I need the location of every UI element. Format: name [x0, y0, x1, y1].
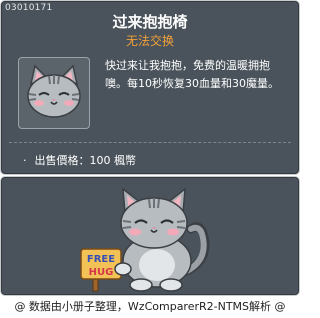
item-icon-frame: [18, 57, 90, 129]
trade-status: 无法交换: [125, 34, 174, 48]
sell-price-text: 出售價格：100 楓幣: [34, 154, 137, 167]
divider: [9, 142, 291, 143]
cat-face-icon: [27, 64, 81, 118]
sell-price: · 出售價格：100 楓幣: [23, 152, 136, 168]
cat-sitting-icon: FREE HUG: [80, 187, 210, 292]
item-description: 快过来让我抱抱，免费的温暖拥抱噢。每10秒恢复30血量和30魔量。: [105, 59, 279, 90]
bullet-icon: ·: [23, 154, 27, 167]
item-name: 过来抱抱椅: [112, 13, 188, 31]
sign-line-2: HUG: [89, 267, 114, 278]
sign-line-1: FREE: [87, 254, 115, 265]
footer-credit: @ 数据由小册子整理，WzComparerR2-NTMS解析 @: [14, 300, 286, 313]
item-tooltip: 03010171 过来抱抱椅 无法交换 快过来让我抱抱，免费的温暖拥抱噢。每10…: [0, 0, 300, 175]
item-preview-panel: FREE HUG: [0, 176, 300, 296]
